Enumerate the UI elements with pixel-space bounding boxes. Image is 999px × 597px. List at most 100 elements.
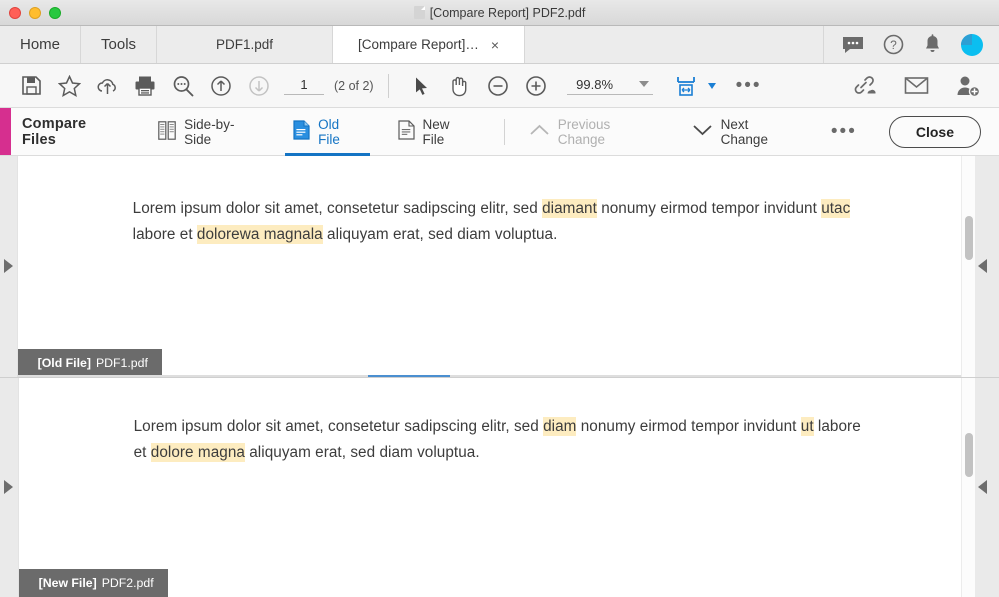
old-file-pane: Lorem ipsum dolor sit amet, consetetur s… [0,156,999,377]
compare-more-dots: ••• [831,126,857,137]
next-change-button[interactable]: Next Change [688,108,799,156]
more-options-icon[interactable]: ••• [730,67,768,105]
upload-arrow-icon[interactable] [202,67,240,105]
close-compare-button[interactable]: Close [889,116,981,148]
avatar[interactable] [961,34,983,56]
old-file-text: Lorem ipsum dolor sit amet, consetetur s… [18,156,966,248]
hand-tool-icon[interactable] [441,67,479,105]
new-file-badge-tag: [New File] [39,576,97,590]
new-file-pane: Lorem ipsum dolor sit amet, consetetur s… [0,377,999,597]
print-icon[interactable] [126,67,164,105]
view-new-file[interactable]: New File [394,108,476,156]
page-count-label: (2 of 2) [334,79,374,93]
new-change-2: ut [801,417,814,436]
new-file-badge: [New File] PDF2.pdf [19,569,168,597]
compare-files-title: Compare Files [22,116,120,148]
bell-icon[interactable] [923,34,942,55]
download-arrow-icon [240,67,278,105]
search-icon[interactable] [164,67,202,105]
collapse-left-arrow-icon[interactable] [978,480,987,494]
collapse-left-arrow-icon[interactable] [978,259,987,273]
tab-bar: Home Tools PDF1.pdf [Compare Report]… × … [0,26,999,64]
tab-home[interactable]: Home [0,26,81,63]
tab-bar-actions: ? [823,26,999,63]
chevron-down-icon[interactable] [639,81,649,87]
chevron-up-icon [529,123,550,140]
view-old-file-label: Old File [318,117,361,147]
document-tab-pdf1[interactable]: PDF1.pdf [157,26,333,63]
main-toolbar: 1 (2 of 2) 99.8% ••• [0,64,999,108]
old-file-icon [293,120,310,143]
old-file-badge-tag: [Old File] [38,356,91,370]
window-title-bar: [Compare Report] PDF2.pdf [0,0,999,26]
zoom-in-icon[interactable] [517,67,555,105]
old-text-seg: labore et [133,226,197,243]
new-change-3: dolore magna [151,443,245,462]
new-pane-scroll-thumb[interactable] [965,433,973,477]
compare-accent-bar [0,108,11,155]
share-link-icon[interactable] [845,67,883,105]
old-change-2: utac [821,199,850,218]
view-side-by-side-label: Side-by-Side [184,117,257,147]
fit-page-icon[interactable] [667,67,705,105]
save-icon[interactable] [12,67,50,105]
compare-files-toolbar: Compare Files Side-by-Side Old File New … [0,108,999,156]
document-tab-compare-report[interactable]: [Compare Report]… × [333,26,525,63]
star-icon[interactable] [50,67,88,105]
new-file-text: Lorem ipsum dolor sit amet, consetetur s… [19,378,964,466]
window-title: [Compare Report] PDF2.pdf [0,6,999,20]
view-side-by-side[interactable]: Side-by-Side [154,108,261,156]
adobe-acrobat-window: [Compare Report] PDF2.pdf Home Tools PDF… [0,0,999,597]
new-change-1: diam [543,417,576,436]
fit-page-chevron-icon[interactable] [708,83,716,89]
upload-cloud-icon[interactable] [88,67,126,105]
old-file-page: Lorem ipsum dolor sit amet, consetetur s… [17,156,966,377]
previous-change-button[interactable]: Previous Change [525,108,660,156]
previous-change-label: Previous Change [558,117,656,147]
new-pane-left-gutter [0,378,18,597]
new-text-seg: nonumy eirmod tempor invidunt [576,418,800,435]
zoom-level-control[interactable]: 99.8% [567,77,653,95]
help-icon[interactable]: ? [883,34,904,55]
tab-tools[interactable]: Tools [81,26,157,63]
select-cursor-icon[interactable] [403,67,441,105]
old-pane-scroll-thumb[interactable] [965,216,973,260]
add-person-icon[interactable] [949,67,987,105]
page-number-input[interactable]: 1 [284,77,324,95]
old-pane-left-gutter [0,156,17,377]
expand-right-arrow-icon[interactable] [4,480,13,494]
view-new-file-label: New File [423,117,472,147]
new-pane-scrollbar[interactable] [961,378,975,597]
window-title-text: [Compare Report] PDF2.pdf [430,6,586,20]
chevron-down-icon [692,123,713,140]
email-icon[interactable] [897,67,935,105]
old-text-seg: nonumy eirmod tempor invidunt [597,200,821,217]
new-text-seg: Lorem ipsum dolor sit amet, consetetur s… [134,418,543,435]
close-icon[interactable]: × [491,38,499,52]
view-old-file[interactable]: Old File [289,108,365,156]
new-text-seg: aliquyam erat, sed diam voluptua. [245,444,480,461]
old-change-1: diamant [542,199,597,218]
side-by-side-icon [158,121,176,143]
new-file-badge-name: PDF2.pdf [102,576,154,590]
svg-text:?: ? [890,38,897,52]
zoom-out-icon[interactable] [479,67,517,105]
old-text-seg: aliquyam erat, sed diam voluptua. [323,226,558,243]
old-pane-scrollbar[interactable] [961,156,975,377]
toolbar-right-actions [845,67,987,105]
document-icon [414,6,425,19]
compare-content-area: Lorem ipsum dolor sit amet, consetetur s… [0,156,999,597]
close-window-button[interactable] [9,7,21,19]
old-change-3: dolorewa magnala [197,225,323,244]
expand-right-arrow-icon[interactable] [4,259,13,273]
zoom-level-value[interactable]: 99.8% [567,77,623,92]
old-file-badge-name: PDF1.pdf [96,356,148,370]
old-file-badge: [Old File] PDF1.pdf [18,349,162,377]
window-controls [0,7,61,19]
comment-icon[interactable] [842,36,864,54]
minimize-window-button[interactable] [29,7,41,19]
old-text-seg: Lorem ipsum dolor sit amet, consetetur s… [133,200,542,217]
maximize-window-button[interactable] [49,7,61,19]
compare-more-options-icon[interactable]: ••• [827,108,861,156]
new-file-page: Lorem ipsum dolor sit amet, consetetur s… [18,378,964,597]
